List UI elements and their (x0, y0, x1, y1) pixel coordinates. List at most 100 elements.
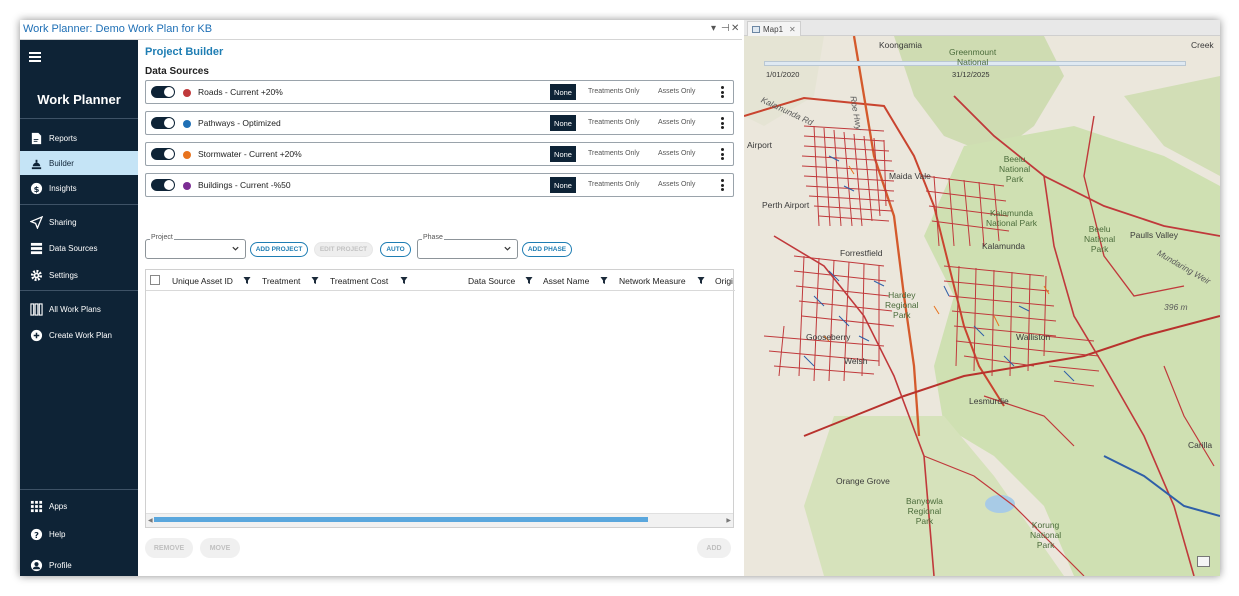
sidebar-item-builder[interactable]: Builder (20, 151, 138, 175)
scroll-right-icon[interactable]: ▶ (726, 517, 731, 524)
edit-project-button[interactable]: EDIT PROJECT (314, 242, 373, 257)
filter-assets-only-button[interactable]: Assets Only (658, 181, 695, 188)
data-source-toggle[interactable] (151, 117, 175, 129)
data-source-color-dot (183, 89, 191, 97)
sidebar-item-apps[interactable]: Apps (20, 494, 138, 518)
close-icon[interactable]: ✕ (789, 25, 796, 34)
filter-icon[interactable] (400, 276, 408, 285)
add-project-button[interactable]: ADD PROJECT (250, 242, 308, 257)
select-all-checkbox[interactable] (150, 275, 160, 285)
map-tab[interactable]: Map1 ✕ (747, 21, 801, 36)
profile-icon (29, 558, 43, 572)
filter-icon[interactable] (697, 276, 705, 285)
map-label: 396 m (1164, 302, 1188, 312)
sidebar-item-sharing[interactable]: Sharing (20, 210, 138, 234)
database-icon (29, 241, 43, 255)
legend-icon[interactable] (1197, 556, 1210, 567)
send-icon (29, 215, 43, 229)
data-source-toggle[interactable] (151, 86, 175, 98)
pane-title: Work Planner: Demo Work Plan for KB (23, 23, 213, 35)
sidebar-item-label: Apps (49, 501, 68, 511)
remove-button[interactable]: REMOVE (145, 538, 193, 558)
add-phase-button[interactable]: ADD PHASE (522, 242, 572, 257)
sidebar-item-label: Profile (49, 560, 72, 570)
filter-none-button[interactable]: None (550, 115, 576, 131)
sidebar-item-all-work-plans[interactable]: All Work Plans (20, 297, 138, 321)
map-label: Gooseberry (806, 332, 851, 342)
filter-icon[interactable] (600, 276, 608, 285)
plus-circle-icon (29, 328, 43, 342)
map-label: Korung National Park (1030, 520, 1062, 550)
map-label: Beelu National Park (1084, 224, 1116, 254)
sidebar-item-data-sources[interactable]: Data Sources (20, 236, 138, 260)
project-select-label: Project (150, 234, 174, 241)
scroll-left-icon[interactable]: ◀ (148, 517, 153, 524)
sidebar-item-create-work-plan[interactable]: Create Work Plan (20, 323, 138, 347)
sidebar-item-help[interactable]: ? Help (20, 522, 138, 546)
more-options-icon[interactable] (721, 86, 725, 99)
builder-icon (29, 156, 43, 170)
column-header-unique-asset-id[interactable]: Unique Asset ID (172, 276, 233, 286)
pane-options-icon[interactable]: ▾ (711, 23, 716, 34)
data-source-toggle[interactable] (151, 179, 175, 191)
project-select[interactable]: Project (145, 234, 246, 259)
map-label: Walliston (1016, 332, 1051, 342)
more-options-icon[interactable] (721, 148, 725, 161)
close-icon[interactable]: ✕ (731, 23, 739, 34)
map-graphic[interactable] (744, 36, 1220, 576)
horizontal-scrollbar[interactable]: ◀ ▶ (146, 513, 733, 527)
phase-select[interactable]: Phase (417, 234, 518, 259)
chevron-down-icon (504, 246, 511, 251)
filter-treatments-only-button[interactable]: Treatments Only (588, 181, 639, 188)
scrollbar-thumb[interactable] (154, 517, 648, 522)
map-view[interactable]: 1/01/2020 31/12/2025 Koongamia Greenmoun… (744, 36, 1220, 576)
auto-button[interactable]: AUTO (380, 242, 411, 257)
filter-none-button[interactable]: None (550, 177, 576, 193)
column-header-asset-name[interactable]: Asset Name (543, 276, 589, 286)
page-title: Project Builder (145, 46, 224, 58)
column-header-data-source[interactable]: Data Source (468, 276, 515, 286)
pin-icon[interactable]: ⊣ (721, 23, 730, 34)
sidebar-item-settings[interactable]: Settings (20, 263, 138, 287)
sidebar-item-insights[interactable]: $ Insights (20, 176, 138, 200)
filter-treatments-only-button[interactable]: Treatments Only (588, 150, 639, 157)
report-icon (29, 131, 43, 145)
filter-icon[interactable] (311, 276, 319, 285)
add-button[interactable]: ADD (697, 538, 731, 558)
hamburger-menu-icon[interactable] (29, 52, 41, 62)
sidebar-item-reports[interactable]: Reports (20, 126, 138, 150)
sidebar-item-profile[interactable]: Profile (20, 553, 138, 577)
filter-assets-only-button[interactable]: Assets Only (658, 88, 695, 95)
map-label: Airport (747, 140, 773, 150)
data-source-color-dot (183, 182, 191, 190)
more-options-icon[interactable] (721, 179, 725, 192)
work-planner-pane: Work Planner: Demo Work Plan for KB ▾ ⊣ … (20, 20, 742, 576)
sidebar-divider (20, 118, 138, 119)
move-button[interactable]: MOVE (200, 538, 240, 558)
time-start-label: 1/01/2020 (766, 70, 800, 79)
filter-icon[interactable] (243, 276, 251, 285)
filter-assets-only-button[interactable]: Assets Only (658, 119, 695, 126)
filter-treatments-only-button[interactable]: Treatments Only (588, 119, 639, 126)
sidebar-item-label: Create Work Plan (49, 330, 112, 340)
filter-none-button[interactable]: None (550, 146, 576, 162)
data-source-toggle[interactable] (151, 148, 175, 160)
map-label: Maida Vale (889, 171, 931, 181)
column-header-network-measure[interactable]: Network Measure (619, 276, 686, 286)
map-icon (752, 25, 760, 33)
asset-table: Unique Asset ID Treatment Treatment Cost… (145, 269, 735, 528)
filter-none-button[interactable]: None (550, 84, 576, 100)
data-source-name: Pathways - Optimized (198, 118, 281, 128)
sidebar-item-label: Reports (49, 133, 78, 143)
more-options-icon[interactable] (721, 117, 725, 130)
filter-treatments-only-button[interactable]: Treatments Only (588, 88, 639, 95)
map-pane: Map1 ✕ 1/01/2020 31/12/2025 Koongamia Gr… (744, 20, 1220, 576)
column-header-treatment[interactable]: Treatment (262, 276, 300, 286)
filter-icon[interactable] (525, 276, 533, 285)
map-label: Carilla (1188, 440, 1213, 450)
data-source-row: Roads - Current +20% None Treatments Onl… (145, 80, 734, 104)
filter-assets-only-button[interactable]: Assets Only (658, 150, 695, 157)
map-label: Kalamunda (982, 241, 1026, 251)
column-header-origin[interactable]: Origi (715, 276, 733, 286)
column-header-treatment-cost[interactable]: Treatment Cost (330, 276, 388, 286)
